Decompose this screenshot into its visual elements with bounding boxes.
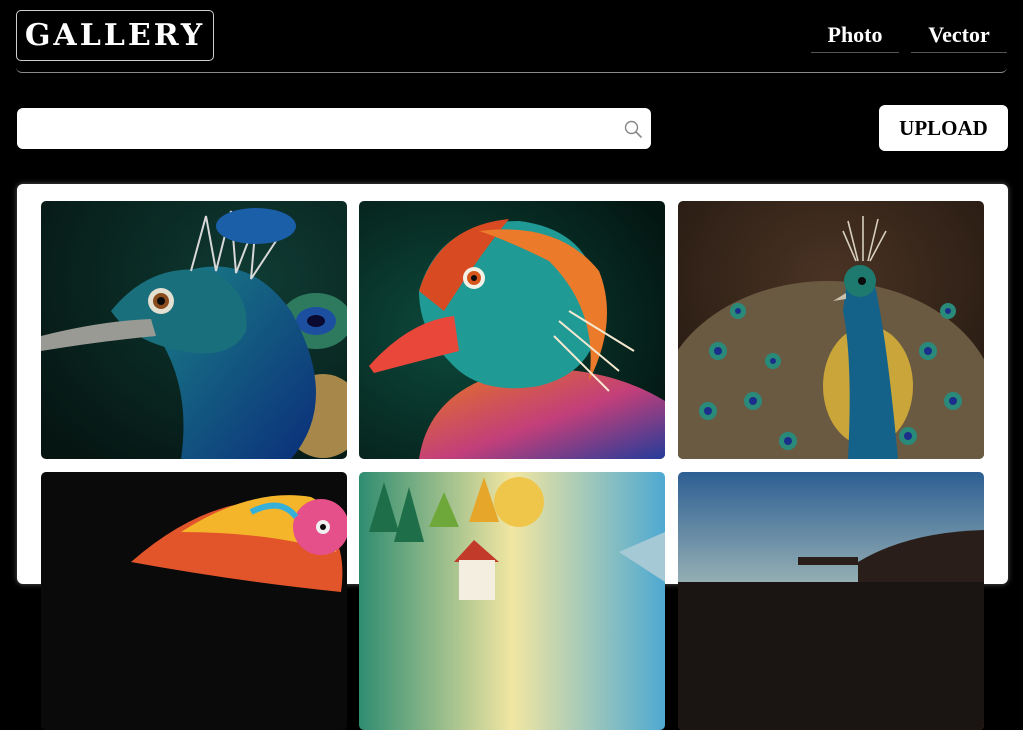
- search-input[interactable]: [17, 108, 607, 149]
- search-icon[interactable]: [623, 119, 643, 139]
- gallery-image-colorful-bird[interactable]: [41, 472, 347, 730]
- gallery-panel: [17, 184, 1008, 730]
- gallery-image-peacock-fanned[interactable]: [678, 201, 984, 459]
- gallery-image-mandarin-duck[interactable]: [359, 201, 665, 459]
- gallery-image-watercolor-house[interactable]: [359, 472, 665, 730]
- gallery-image-sunset-landscape[interactable]: [678, 472, 984, 730]
- main-nav: Photo Vector: [811, 22, 1007, 53]
- nav-vector-link[interactable]: Vector: [911, 22, 1007, 53]
- upload-button[interactable]: UPLOAD: [879, 105, 1008, 151]
- gallery-image-peacock-head[interactable]: [41, 201, 347, 459]
- search-bar: [17, 108, 651, 149]
- gallery-logo[interactable]: GALLERY: [16, 10, 214, 61]
- nav-photo-link[interactable]: Photo: [811, 22, 899, 53]
- top-header: GALLERY Photo Vector: [16, 10, 1007, 73]
